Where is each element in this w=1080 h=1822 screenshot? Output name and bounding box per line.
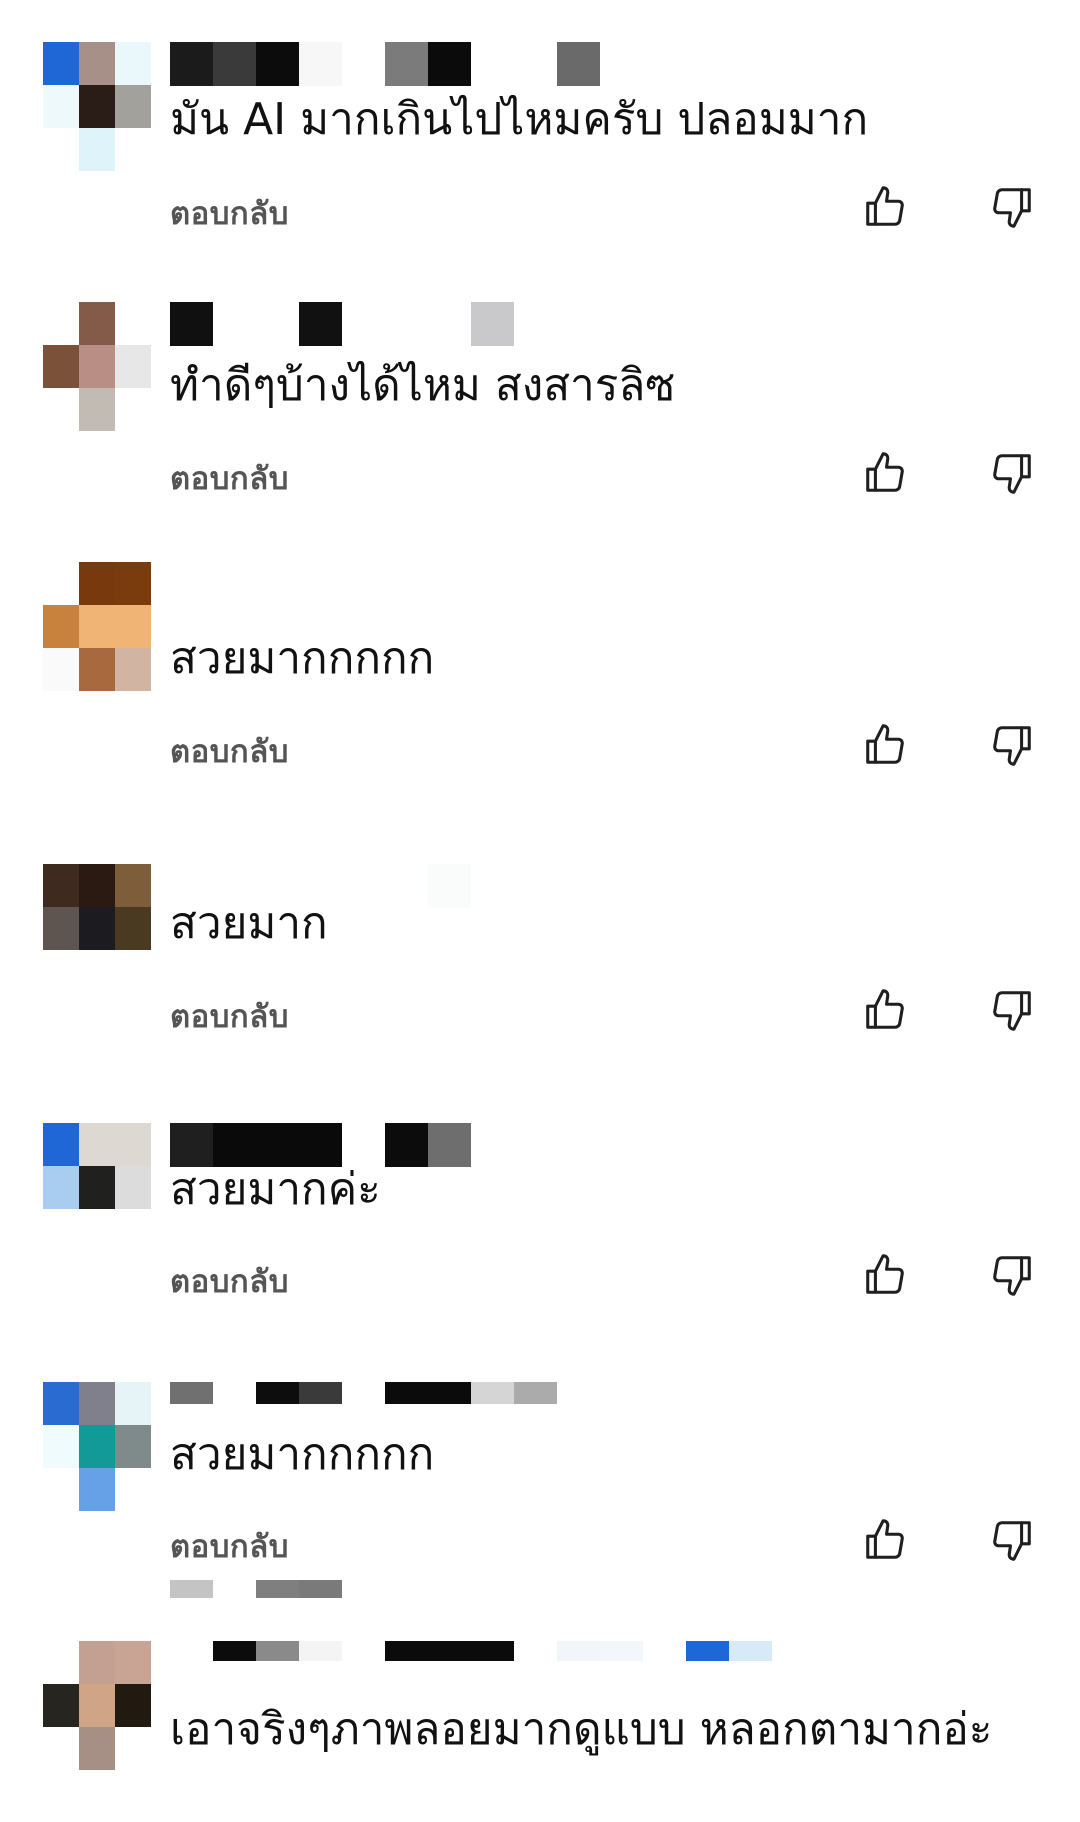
thumbs-up-icon <box>866 1519 904 1559</box>
thumbs-down-icon <box>993 991 1031 1031</box>
thumbs-down-icon <box>993 188 1031 228</box>
like-button[interactable] <box>858 446 912 500</box>
reply-button[interactable]: ตอบกลับ <box>170 1521 289 1571</box>
dislike-button[interactable] <box>985 446 1039 500</box>
username-redacted[interactable] <box>170 1382 557 1404</box>
thumbs-up-icon <box>866 452 904 492</box>
avatar[interactable] <box>43 562 151 692</box>
comment-text: สวยมากค่ะ <box>170 1164 381 1215</box>
comment-text: สวยมากกกกก <box>170 633 435 684</box>
comment-text: เอาจริงๆภาพลอยมากดูแบบ หลอกตามากอ่ะ <box>170 1704 993 1755</box>
dislike-button[interactable] <box>985 983 1039 1037</box>
thumbs-up-icon <box>866 724 904 764</box>
like-button[interactable] <box>858 1248 912 1302</box>
comment-text: สวยมาก <box>170 898 328 949</box>
avatar[interactable] <box>43 42 151 172</box>
dislike-button[interactable] <box>985 180 1039 234</box>
like-button[interactable] <box>858 180 912 234</box>
thumbs-up-icon <box>866 186 904 226</box>
username-redacted[interactable] <box>170 302 514 346</box>
avatar[interactable] <box>43 864 151 950</box>
like-button[interactable] <box>858 1513 912 1567</box>
thumbs-down-icon <box>993 1256 1031 1296</box>
thumbs-down-icon <box>993 454 1031 494</box>
dislike-button[interactable] <box>985 718 1039 772</box>
avatar[interactable] <box>43 1382 151 1512</box>
username-redacted[interactable] <box>170 1641 772 1661</box>
reply-button[interactable]: ตอบกลับ <box>170 1256 289 1306</box>
username-redacted[interactable] <box>170 42 600 86</box>
reply-button[interactable]: ตอบกลับ <box>170 726 289 776</box>
reply-button[interactable]: ตอบกลับ <box>170 991 289 1041</box>
thumbs-down-icon <box>993 1521 1031 1561</box>
reply-button[interactable]: ตอบกลับ <box>170 453 289 503</box>
comment-text: มัน AI มากเกินไปไหมครับ ปลอมมาก <box>170 94 869 145</box>
avatar[interactable] <box>43 1123 151 1209</box>
avatar[interactable] <box>43 1641 151 1771</box>
like-button[interactable] <box>858 983 912 1037</box>
comment-text: สวยมากกกกก <box>170 1429 435 1480</box>
thumbs-up-icon <box>866 1254 904 1294</box>
replies-link-redacted[interactable] <box>170 1580 342 1598</box>
dislike-button[interactable] <box>985 1513 1039 1567</box>
comment-text: ทำดีๆบ้างได้ไหม สงสารลิซ <box>170 360 676 411</box>
dislike-button[interactable] <box>985 1248 1039 1302</box>
thumbs-up-icon <box>866 989 904 1029</box>
avatar[interactable] <box>43 302 151 432</box>
reply-button[interactable]: ตอบกลับ <box>170 188 289 238</box>
like-button[interactable] <box>858 718 912 772</box>
thumbs-down-icon <box>993 726 1031 766</box>
